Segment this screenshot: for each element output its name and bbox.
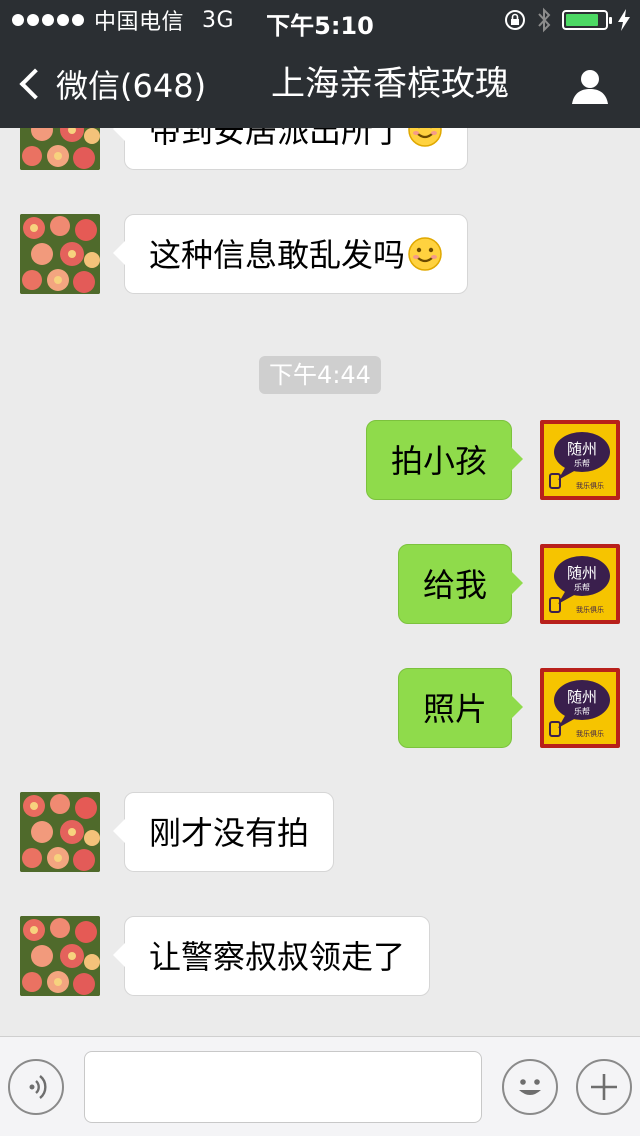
message-input[interactable] <box>84 1051 482 1123</box>
rose-image <box>20 916 100 996</box>
message-text: 拍小孩 <box>390 442 487 480</box>
message-bubble[interactable]: 刚才没有拍 <box>112 792 335 872</box>
rose-image <box>20 792 100 872</box>
chat-area[interactable]: 带到安居派出所了 这种信息敢乱发吗 下午4:44 拍小孩 随州 乐帮 我乐俱乐 … <box>0 128 640 1036</box>
bluetooth-icon <box>538 7 551 33</box>
plus-icon <box>591 1074 617 1100</box>
message-text: 这种信息敢乱发吗 <box>149 236 406 274</box>
message-text: 给我 <box>422 566 487 604</box>
message-timestamp: 下午4:44 <box>259 356 381 394</box>
more-button[interactable] <box>576 1059 632 1115</box>
my-avatar[interactable]: 随州 乐帮 我乐俱乐 <box>540 420 620 500</box>
smiley-icon <box>408 128 442 147</box>
chat-title: 上海亲香槟玫瑰 <box>271 64 509 104</box>
message-bubble[interactable]: 拍小孩 <box>365 420 524 500</box>
charging-icon <box>618 9 630 31</box>
message-bubble[interactable]: 让警察叔叔领走了 <box>112 916 431 996</box>
back-button[interactable]: 微信(648) <box>18 62 206 106</box>
nav-bar: 微信(648) 上海亲香槟玫瑰 <box>0 40 640 128</box>
contact-avatar[interactable] <box>20 792 100 872</box>
message-text: 刚才没有拍 <box>149 814 310 852</box>
svg-text:乐帮: 乐帮 <box>574 706 590 716</box>
suizhou-logo: 随州 乐帮 我乐俱乐 <box>549 432 610 490</box>
svg-text:随州: 随州 <box>567 688 597 706</box>
profile-icon[interactable] <box>570 66 610 106</box>
contact-avatar[interactable] <box>20 128 100 170</box>
back-label: 微信(648) <box>56 67 207 105</box>
message-text: 让警察叔叔领走了 <box>149 938 406 976</box>
voice-button[interactable] <box>8 1059 64 1115</box>
lock-rotation-icon <box>505 10 525 30</box>
contact-avatar[interactable] <box>20 916 100 996</box>
contact-avatar[interactable] <box>20 214 100 294</box>
message-bubble[interactable]: 照片 <box>397 668 524 748</box>
input-bar <box>0 1036 640 1136</box>
rose-image <box>20 214 100 294</box>
svg-text:乐帮: 乐帮 <box>574 582 590 592</box>
suizhou-logo: 随州 乐帮 我乐俱乐 <box>549 680 610 738</box>
my-avatar[interactable]: 随州 乐帮 我乐俱乐 <box>540 668 620 748</box>
status-icons <box>504 6 630 34</box>
emoji-icon <box>519 1079 541 1095</box>
status-bar: 中国电信 3G 下午5:10 <box>0 0 640 40</box>
rose-image <box>20 128 100 170</box>
my-avatar[interactable]: 随州 乐帮 我乐俱乐 <box>540 544 620 624</box>
message-text: 照片 <box>422 690 487 728</box>
battery-icon <box>562 10 612 30</box>
message-bubble[interactable]: 带到安居派出所了 <box>112 128 469 170</box>
svg-text:我乐俱乐: 我乐俱乐 <box>576 729 604 738</box>
voice-icon <box>29 1075 47 1099</box>
svg-text:我乐俱乐: 我乐俱乐 <box>576 605 604 614</box>
smiley-icon <box>408 237 442 271</box>
chevron-left-icon <box>19 68 51 100</box>
svg-text:随州: 随州 <box>567 564 597 582</box>
message-bubble[interactable]: 这种信息敢乱发吗 <box>112 214 469 294</box>
svg-text:随州: 随州 <box>567 440 597 458</box>
battery-fill <box>566 14 599 26</box>
svg-text:乐帮: 乐帮 <box>574 458 590 468</box>
message-bubble[interactable]: 给我 <box>397 544 524 624</box>
suizhou-logo: 随州 乐帮 我乐俱乐 <box>549 556 610 614</box>
message-text: 带到安居派出所了 <box>149 128 406 150</box>
svg-text:我乐俱乐: 我乐俱乐 <box>576 481 604 490</box>
emoji-button[interactable] <box>502 1059 558 1115</box>
